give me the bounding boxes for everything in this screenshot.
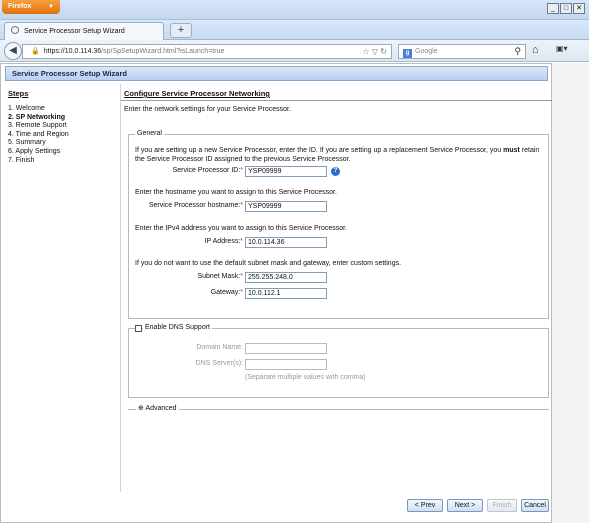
tab-label: Service Processor Setup Wizard [23,28,125,35]
advanced-toggle[interactable]: ⊕ Advanced [136,404,179,412]
dns-servers-hint: (Separate multiple values with comma) [245,374,366,381]
step-finish: 7. Finish [8,156,35,164]
steps-title: Steps [8,89,29,98]
search-placeholder: Google [415,48,438,55]
general-fieldset: General If you are setting up a new Serv… [128,130,549,319]
hostname-input[interactable]: YSP09999 [245,201,327,212]
close-button[interactable]: ✕ [573,3,585,14]
sp-id-instructions: If you are setting up a new Service Proc… [135,147,547,164]
step-remote-support: 3. Remote Support [8,122,67,130]
help-icon[interactable]: ? [331,167,340,176]
firefox-menu-button[interactable]: Firefox ▼ [2,0,60,14]
chevron-down-icon: ▼ [48,4,54,10]
google-icon: g [403,49,412,58]
minimize-button[interactable]: _ [547,3,559,14]
content-title: Configure Service Processor Networking [124,89,270,98]
dns-fieldset: Enable DNS Support Domain Name: DNS Serv… [128,324,549,398]
new-tab-button[interactable]: + [170,23,192,38]
page-margin [552,63,589,523]
wizard-page: Service Processor Setup Wizard Steps 1. … [0,63,552,523]
wizard-content: Configure Service Processor Networking E… [120,84,552,520]
maximize-button[interactable]: □ [560,3,572,14]
intro-text: Enter the network settings for your Serv… [124,106,291,113]
ip-address-label: IP Address:* [204,238,243,245]
page-favicon-icon [11,26,19,34]
sp-id-instructions-part1: If you are setting up a new Service Proc… [135,147,502,154]
general-legend: General [135,130,164,137]
address-bar[interactable]: 🔒 https://10.0.114.36/sp/SpSetupWizard.ht… [22,44,392,59]
step-sp-networking: 2. SP Networking [8,113,66,121]
home-icon[interactable]: ⌂ [532,44,539,56]
dns-servers-input[interactable] [245,359,327,370]
ip-address-input[interactable]: 10.0.114.36 [245,237,327,248]
bookmark-reload-icons[interactable]: ☆ ▽ ↻ [363,45,387,58]
navigation-toolbar: ◀ 🔒 https://10.0.114.36/sp/SpSetupWizard.… [0,40,589,62]
advanced-section: ⊕ Advanced [128,404,549,414]
sp-id-instructions-must: must [503,147,520,154]
sp-id-label: Service Processor ID:* [172,167,243,174]
title-divider [121,100,552,101]
step-summary: 5. Summary [8,139,46,147]
prev-button[interactable]: < Prev [407,499,443,512]
domain-name-input[interactable] [245,343,327,354]
advanced-label: Advanced [145,405,177,412]
cancel-button[interactable]: Cancel [521,499,549,512]
back-button[interactable]: ◀ [4,42,22,60]
subnet-instructions: If you do not want to use the default su… [135,260,402,267]
subnet-mask-input[interactable]: 255.255.248.0 [245,272,327,283]
advanced-divider [128,409,549,410]
tab-setup-wizard[interactable]: Service Processor Setup Wizard [4,22,164,40]
firefox-menu-label: Firefox [8,3,32,10]
dns-servers-label: DNS Server(s): [195,360,243,367]
gateway-label: Gateway:* [210,289,243,296]
wizard-footer: < Prev Next > Finish Cancel [120,492,551,520]
finish-button[interactable]: Finish [487,499,517,512]
tab-strip: Service Processor Setup Wizard + [0,20,589,40]
ip-instructions: Enter the IPv4 address you want to assig… [135,225,348,232]
bookmarks-menu-icon[interactable]: ▣▾ [556,44,578,58]
search-icon[interactable]: ⚲ [514,45,521,58]
window-titlebar: Firefox ▼ _ □ ✕ [0,0,589,20]
domain-name-label: Domain Name: [196,344,243,351]
lock-icon: 🔒 [31,48,40,55]
wizard-header: Service Processor Setup Wizard [5,66,548,81]
step-apply-settings: 6. Apply Settings [8,147,61,155]
enable-dns-label[interactable]: Enable DNS Support [143,324,212,331]
hostname-label: Service Processor hostname:* [148,202,243,209]
hostname-instructions: Enter the hostname you want to assign to… [135,189,337,196]
step-welcome: 1. Welcome [8,105,45,112]
expand-icon: ⊕ [138,405,144,412]
subnet-mask-label: Subnet Mask:* [197,273,243,280]
url-host: https://10.0.114.36 [43,48,102,55]
url-path: /sp/SpSetupWizard.html?isLaunch=true [101,48,225,55]
back-arrow-icon: ◀ [9,45,17,56]
gateway-input[interactable]: 10.0.112.1 [245,288,327,299]
step-time-region: 4. Time and Region [8,130,69,138]
enable-dns-checkbox[interactable] [135,325,142,332]
search-bar[interactable]: g Google ⚲ [398,44,526,59]
steps-panel: Steps 1. Welcome 2. SP Networking 3. Rem… [5,84,118,520]
steps-list: 1. Welcome 2. SP Networking 3. Remote Su… [8,105,118,165]
next-button[interactable]: Next > [447,499,483,512]
sp-id-input[interactable]: YSP09999 [245,166,327,177]
